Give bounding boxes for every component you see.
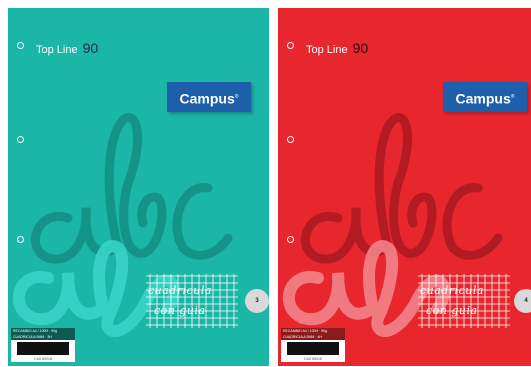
binder-hole [17,136,24,143]
brand-logo: Campus® [443,82,527,112]
grid-caption-line-2: con guia [426,304,478,317]
notebook-cover-red: Top Line 90 Campus® cuadricula con guia 4… [278,8,531,366]
barcode-icon [17,342,69,355]
grid-pattern-icon [418,274,510,328]
barcode-icon [287,342,339,355]
brand-name: Campus [455,90,511,107]
grid-caption-line-1: cuadricula [148,284,212,297]
product-line-number: 90 [352,40,369,56]
binder-hole [287,136,294,143]
product-line-number: 90 [82,40,99,56]
product-label: RECAMBIO A4 / 100H · 90g CUADRICULA 5MM … [11,328,75,362]
brand-logo: Campus® [167,82,251,112]
binder-hole [17,42,24,49]
product-label: RECAMBIO A4 / 100H · 90g CUADRICULA 5MM … [281,328,345,362]
label-line-2: CUADRICULA 5MM · 3H [11,334,75,340]
brand-name: Campus [179,90,235,107]
brand-mark: ® [234,94,239,100]
label-line-2: CUADRICULA 5MM · 4H [281,334,345,340]
product-line-name: Top Line [306,44,348,56]
grid-caption-line-1: cuadricula [420,284,484,297]
binder-hole [287,236,294,243]
grid-size-badge: 4 [514,289,531,313]
grid-caption-line-2: con guia [154,304,206,317]
label-footer: CAS 89018 [34,357,52,361]
product-line-title: Top Line 90 [306,40,368,56]
binder-hole [17,236,24,243]
product-line-name: Top Line [36,44,78,56]
brand-mark: ® [510,94,515,100]
notebook-cover-teal: Top Line 90 Campus® cuadricula con guia 3… [8,8,269,366]
label-footer: CAS 89018 [304,357,322,361]
grid-size-badge: 3 [245,289,269,313]
grid-pattern-icon [146,274,238,328]
binder-hole [287,42,294,49]
product-line-title: Top Line 90 [36,40,98,56]
